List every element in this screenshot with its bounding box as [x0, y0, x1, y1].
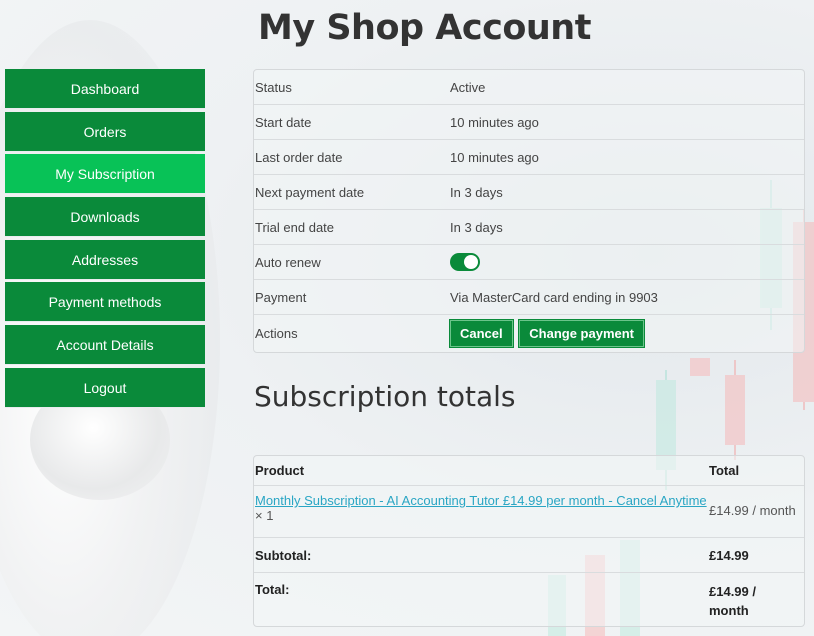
product-link[interactable]: Monthly Subscription - AI Accounting Tut…	[255, 493, 707, 508]
detail-label: Auto renew	[255, 254, 321, 270]
detail-value: 10 minutes ago	[450, 149, 539, 165]
detail-row-status: Status Active	[254, 70, 804, 105]
table-row-total: Total: £14.99 / month	[254, 573, 804, 626]
page-title: My Shop Account	[258, 8, 591, 48]
detail-value: In 3 days	[450, 219, 503, 235]
sidebar-item-addresses[interactable]: Addresses	[5, 239, 205, 280]
subscription-totals-table: Product Total Monthly Subscription - AI …	[253, 455, 805, 627]
detail-row-start-date: Start date 10 minutes ago	[254, 105, 804, 140]
detail-value: In 3 days	[450, 184, 503, 200]
sidebar-item-payment-methods[interactable]: Payment methods	[5, 282, 205, 323]
detail-label: Status	[255, 79, 292, 95]
detail-row-actions: Actions Cancel Change payment	[254, 315, 804, 352]
product-qty-separator: ×	[255, 508, 267, 523]
sidebar-item-dashboard[interactable]: Dashboard	[5, 69, 205, 109]
change-payment-button[interactable]: Change payment	[519, 320, 645, 347]
detail-row-auto-renew: Auto renew	[254, 245, 804, 280]
product-total: £14.99 / month	[709, 503, 796, 518]
detail-row-next-payment-date: Next payment date In 3 days	[254, 175, 804, 210]
sidebar-item-account-details[interactable]: Account Details	[5, 325, 205, 366]
cancel-button[interactable]: Cancel	[450, 320, 513, 347]
detail-label: Actions	[255, 326, 298, 341]
detail-row-trial-end-date: Trial end date In 3 days	[254, 210, 804, 245]
sidebar-item-downloads[interactable]: Downloads	[5, 197, 205, 238]
detail-value: Via MasterCard card ending in 9903	[450, 289, 658, 305]
detail-label: Last order date	[255, 149, 343, 165]
account-sidebar: Dashboard Orders My Subscription Downloa…	[5, 69, 205, 411]
sidebar-item-my-subscription[interactable]: My Subscription	[5, 154, 205, 195]
detail-label: Payment	[255, 289, 307, 305]
sidebar-item-logout[interactable]: Logout	[5, 367, 205, 408]
detail-label: Trial end date	[255, 219, 335, 235]
subtotal-label: Subtotal:	[255, 547, 312, 563]
detail-row-payment: Payment Via MasterCard card ending in 99…	[254, 280, 804, 315]
sidebar-item-orders[interactable]: Orders	[5, 111, 205, 152]
total-value-line2: month	[709, 603, 749, 618]
detail-label: Start date	[255, 114, 312, 130]
total-value-line1: £14.99 /	[709, 584, 756, 599]
table-row-product: Monthly Subscription - AI Accounting Tut…	[254, 486, 804, 538]
background-candlestick	[690, 350, 710, 390]
subtotal-value: £14.99	[709, 547, 749, 563]
column-header-total: Total	[709, 463, 740, 478]
detail-value: Active	[450, 79, 486, 95]
background-candlestick	[725, 360, 745, 460]
product-quantity: 1	[266, 508, 274, 523]
detail-row-last-order-date: Last order date 10 minutes ago	[254, 140, 804, 175]
column-header-product: Product	[255, 463, 305, 478]
table-header-row: Product Total	[254, 456, 804, 486]
auto-renew-toggle[interactable]	[450, 253, 480, 271]
subscription-details-table: Status Active Start date 10 minutes ago …	[253, 69, 805, 353]
subscription-totals-heading: Subscription totals	[254, 380, 516, 413]
detail-label: Next payment date	[255, 184, 365, 200]
total-label: Total:	[255, 582, 290, 597]
toggle-knob	[464, 255, 478, 269]
detail-value: 10 minutes ago	[450, 114, 539, 130]
table-row-subtotal: Subtotal: £14.99	[254, 538, 804, 573]
